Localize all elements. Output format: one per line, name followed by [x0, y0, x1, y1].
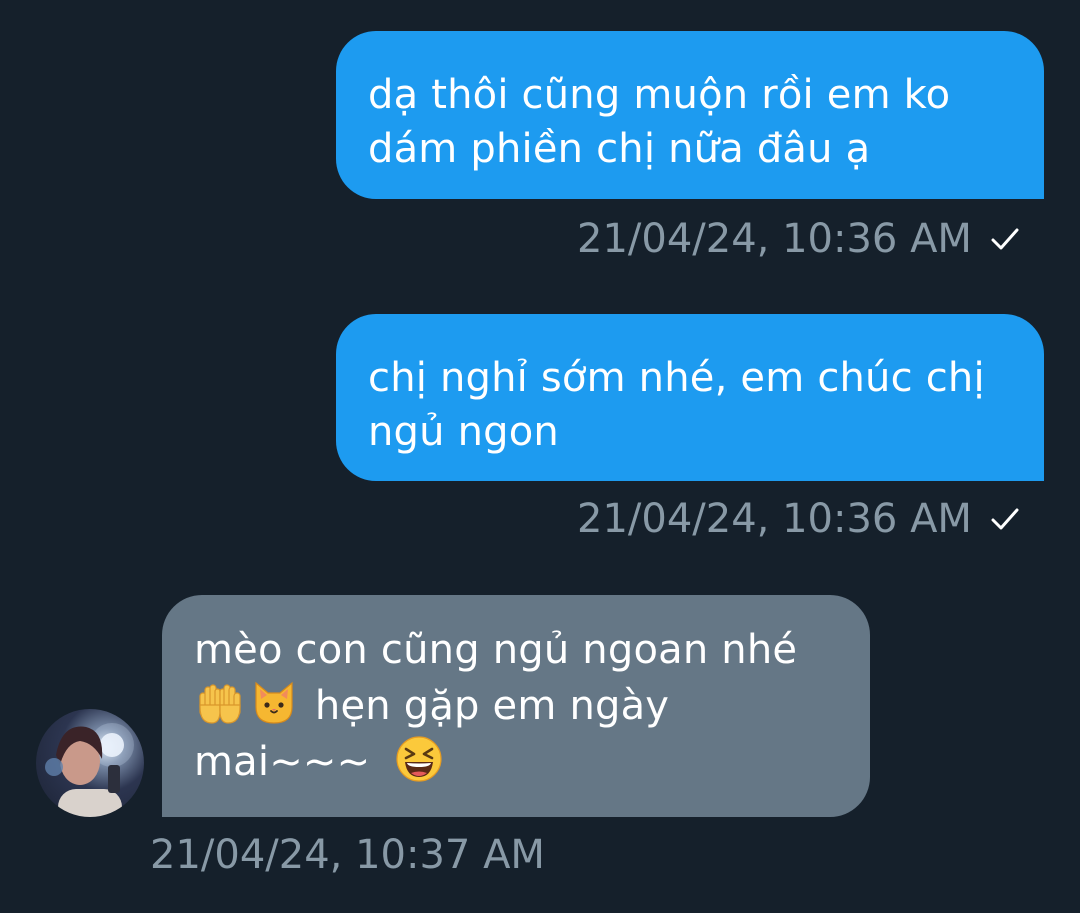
message-text-line-with-emoji: mai~~~ [194, 733, 840, 789]
message-text-line: dạ thôi cũng muộn rồi em ko [368, 72, 951, 118]
message-text-line-with-emojis: hẹn gặp em ngày [194, 677, 840, 733]
message-text-line: mèo con cũng ngủ ngoan nhé [194, 627, 798, 673]
sent-message-bubble[interactable]: chị nghỉ sớm nhé, em chúc chị ngủ ngon [336, 314, 1044, 481]
contact-avatar[interactable] [36, 709, 144, 817]
message-text-line: dám phiền chị nữa đâu ạ [368, 126, 871, 172]
message-timestamp: 21/04/24, 10:36 AM [577, 214, 1022, 264]
message-timestamp: 21/04/24, 10:36 AM [577, 494, 1022, 544]
timestamp-text: 21/04/24, 10:36 AM [577, 216, 972, 262]
cat-face-emoji [255, 681, 293, 724]
raised-palms-emoji [199, 684, 241, 724]
sent-message-bubble[interactable]: dạ thôi cũng muộn rồi em ko dám phiền ch… [336, 31, 1044, 199]
message-text-fragment: hẹn gặp em ngày [314, 683, 670, 729]
message-text-line: ngủ ngon [368, 409, 559, 455]
timestamp-text: 21/04/24, 10:37 AM [150, 832, 545, 878]
message-text-fragment: mai~~~ [194, 739, 371, 785]
timestamp-text: 21/04/24, 10:36 AM [577, 496, 972, 542]
check-icon [991, 228, 1019, 250]
avatar-photo [45, 723, 134, 817]
laughing-face-emoji [396, 736, 442, 782]
message-text-line: chị nghỉ sớm nhé, em chúc chị [368, 355, 985, 401]
received-message-bubble[interactable]: mèo con cũng ngủ ngoan nhé hẹn gặp em ng… [162, 595, 870, 817]
check-icon [991, 508, 1019, 530]
message-timestamp: 21/04/24, 10:37 AM [150, 830, 545, 880]
chat-screen: dạ thôi cũng muộn rồi em ko dám phiền ch… [0, 0, 1080, 913]
